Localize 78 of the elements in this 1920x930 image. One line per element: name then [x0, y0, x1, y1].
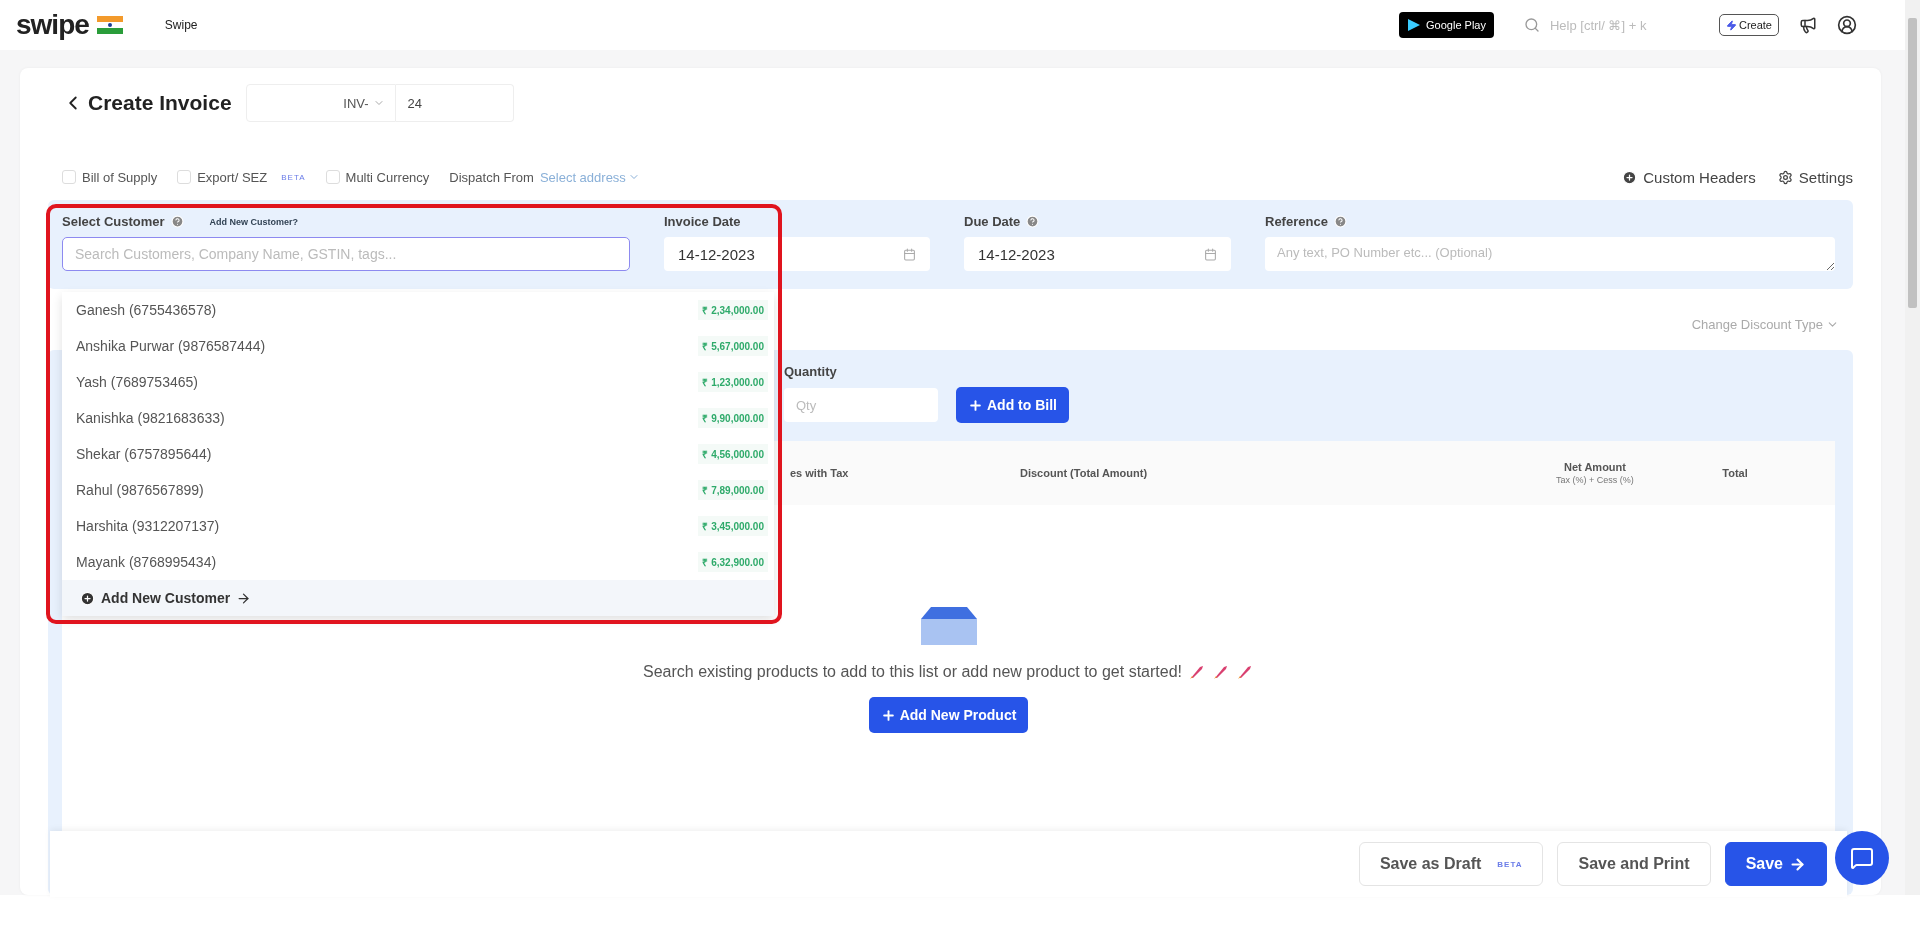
flag-icon [96, 16, 123, 34]
customer-option[interactable]: Kanishka (9821683633) ₹ 9,90,000.00 [62, 400, 774, 436]
company-name[interactable]: Swipe [164, 18, 198, 32]
customer-option[interactable]: Mayank (8768995434) ₹ 6,32,900.00 [62, 544, 774, 580]
reference-field[interactable]: Any text, PO Number etc... (Optional) [1265, 237, 1835, 271]
balance-amount: ₹ 7,89,000.00 [698, 480, 768, 500]
add-new-customer-button[interactable]: Add New Customer [62, 580, 774, 616]
calendar-icon [1204, 247, 1217, 261]
balance-amount: ₹ 6,32,900.00 [698, 552, 768, 572]
add-to-bill-button[interactable]: Add to Bill [956, 387, 1069, 423]
arrow-right-icon [236, 590, 252, 606]
beta-label: BETA [1497, 859, 1523, 869]
checkbox[interactable] [62, 170, 76, 184]
due-date-field[interactable]: 14-12-2023 [964, 237, 1231, 271]
help-icon [1333, 215, 1347, 228]
google-play-badge[interactable]: Google Play [1399, 12, 1494, 38]
add-customer-link[interactable]: Add New Customer? [209, 216, 299, 227]
balance-amount: ₹ 2,34,000.00 [698, 300, 768, 320]
customer-search-field[interactable]: Search Customers, Company Name, GSTIN, tags... [62, 237, 630, 271]
calendar-icon [903, 247, 916, 261]
field-label: Reference [1265, 214, 1328, 229]
search-icon [1523, 17, 1540, 33]
field-label: Invoice Date [664, 214, 742, 229]
prefix-select[interactable]: INV- [245, 84, 396, 122]
help-icon [1026, 215, 1040, 228]
field-label: Select Customer [62, 214, 165, 229]
plus-icon [968, 397, 983, 413]
customer-option[interactable]: Harshita (9312207137) ₹ 3,45,000.00 [62, 508, 774, 544]
field-label: Due Date [964, 214, 1021, 229]
invoice-number-field[interactable]: 24 [395, 84, 514, 122]
megaphone-icon[interactable] [1799, 16, 1817, 34]
balance-amount: ₹ 9,90,000.00 [698, 408, 768, 428]
chat-button[interactable] [1835, 831, 1889, 885]
customer-option[interactable]: Ganesh (6755436578) ₹ 2,34,000.00 [62, 292, 774, 328]
dispatch-label: Dispatch From [449, 169, 534, 185]
settings-link[interactable]: Settings [1777, 168, 1853, 186]
checkbox[interactable] [325, 170, 340, 184]
invoice-date-field[interactable]: 14-12-2023 [664, 237, 930, 271]
save-draft-button[interactable]: Save as Draft BETA [1358, 842, 1544, 886]
page-title: Create Invoice [62, 91, 232, 115]
customer-option[interactable]: Rahul (9876567899) ₹ 7,89,000.00 [62, 472, 774, 508]
column-header: Discount (Total Amount) [1020, 467, 1149, 479]
create-button[interactable]: Create [1718, 14, 1779, 36]
save-print-button[interactable]: Save and Print [1557, 842, 1711, 886]
option-checkbox[interactable]: Bill of Supply [62, 169, 158, 185]
quantity-field[interactable]: Qty [784, 388, 938, 422]
help-search-field[interactable]: Help [ctrl/ ⌘] + k [1547, 16, 1668, 34]
customer-option[interactable]: Yash (7689753465) ₹ 1,23,000.00 [62, 364, 774, 400]
chat-icon [1850, 846, 1874, 870]
play-icon [1407, 18, 1422, 32]
column-header: es with Tax [790, 467, 850, 479]
option-checkbox[interactable]: Multi Currency [325, 169, 430, 185]
plus-icon [880, 707, 896, 723]
user-avatar-icon[interactable] [1837, 15, 1857, 35]
plus-circle-icon [80, 590, 95, 606]
scrollbar-thumb[interactable] [1908, 18, 1917, 308]
option-checkbox[interactable]: Export/ SEZ BETA [177, 169, 306, 185]
balance-amount: ₹ 5,67,000.00 [698, 336, 768, 356]
empty-message: Search existing products to add to this list or add new product to get started! [643, 663, 1182, 681]
customer-option[interactable]: Shekar (6757895644) ₹ 4,56,000.00 [62, 436, 774, 472]
help-icon [170, 215, 184, 228]
plus-circle-icon [1622, 169, 1638, 185]
customer-option[interactable]: Anshika Purwar (9876587444) ₹ 5,67,000.00 [62, 328, 774, 364]
beta-label: BETA [281, 172, 306, 182]
column-header: Total [1721, 467, 1749, 479]
add-new-product-button[interactable]: Add New Product [868, 697, 1029, 733]
balance-amount: ₹ 4,56,000.00 [698, 444, 768, 464]
balance-amount: ₹ 1,23,000.00 [698, 372, 768, 392]
checkbox[interactable] [177, 170, 192, 184]
column-header: Net Amount Tax (%) + Cess (%) [1555, 461, 1635, 485]
arrow-right-icon [1789, 855, 1806, 873]
save-button[interactable]: Save [1724, 842, 1827, 886]
balance-amount: ₹ 3,45,000.00 [698, 516, 768, 536]
field-label: Quantity [784, 364, 838, 379]
settings-icon [1777, 169, 1793, 185]
custom-headers-link[interactable]: Custom Headers [1622, 168, 1756, 186]
swipe-logo[interactable]: swipe [16, 9, 89, 41]
lightning-icon [1725, 19, 1737, 31]
